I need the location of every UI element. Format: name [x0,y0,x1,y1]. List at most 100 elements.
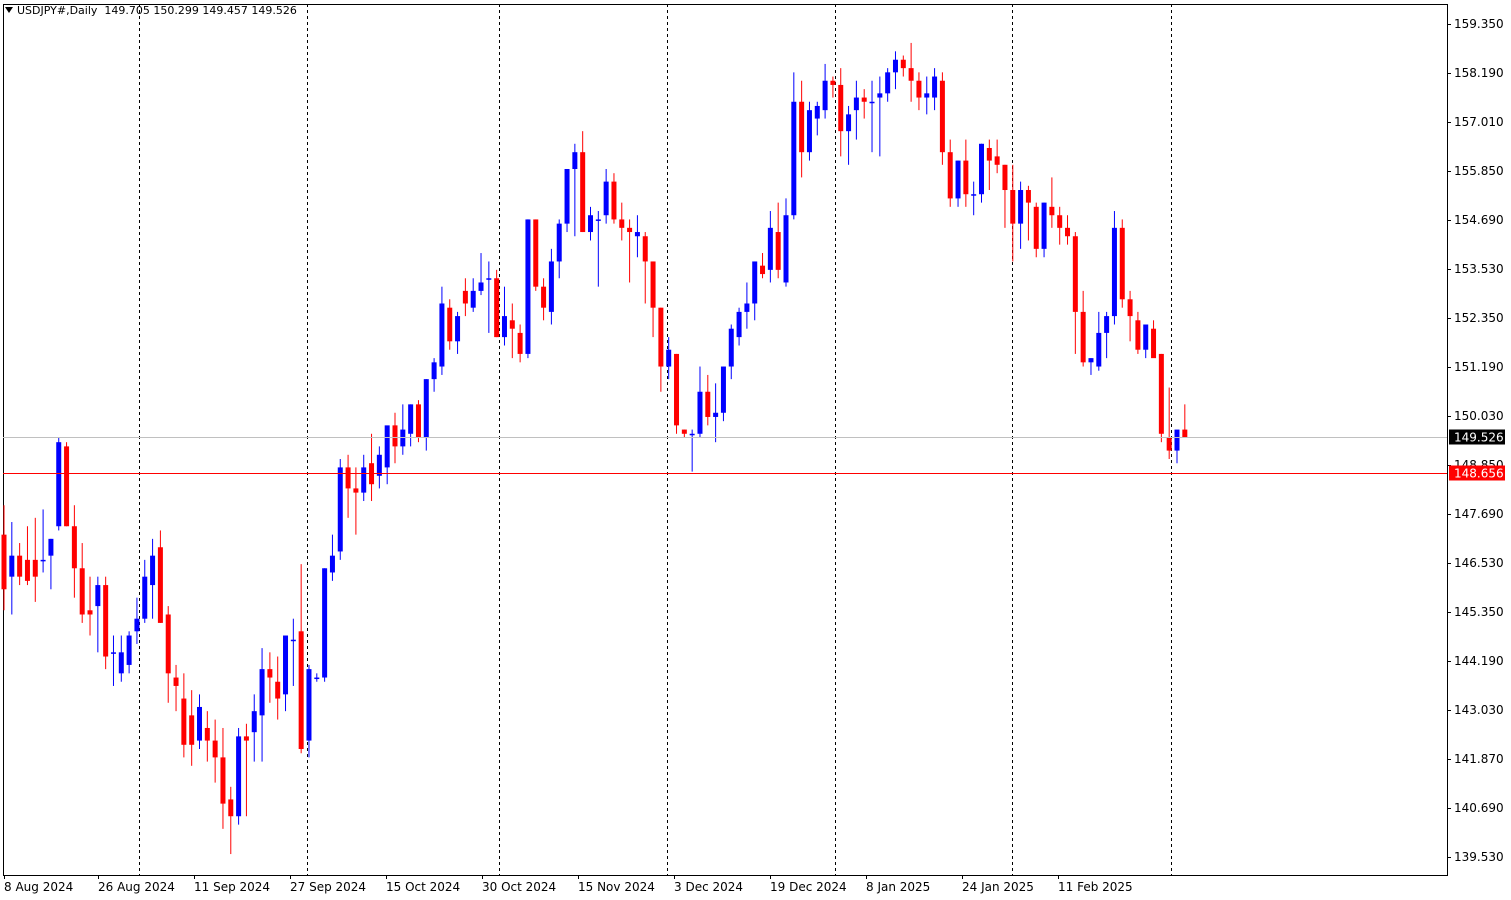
candle-series [1,42,1188,855]
candle [799,80,805,178]
candle-body [720,366,726,413]
candle-body [1057,215,1063,228]
candle [376,446,382,489]
candle [947,139,953,207]
candle [243,723,249,817]
candle [189,690,195,766]
candle-body [1104,316,1110,333]
candle [353,467,359,535]
candle [290,618,296,686]
candle [204,711,210,762]
candlestick-chart[interactable]: 159.350 158.190 157.010 155.850 154.690 153.5… [0,0,1511,900]
candle-body [322,568,328,678]
x-tick-label: 26 Aug 2024 [98,880,175,894]
candle [431,358,437,392]
candle-body [525,219,531,354]
candle-body [971,194,977,196]
candle [955,160,961,207]
candle-body [947,152,953,199]
candle-body [95,585,101,607]
candle-body [642,236,648,262]
candle-body [408,404,414,434]
candle [470,278,476,312]
candle-body [494,278,500,338]
candle-body [173,677,179,686]
candle-body [415,404,421,438]
y-tick-label: 139.530 [1454,850,1504,864]
candle-body [1151,328,1157,359]
candle [963,139,969,207]
candle [455,311,461,354]
candle-body [767,227,773,270]
candle [791,72,797,220]
candle [580,131,586,233]
candle [9,522,15,615]
candle [939,72,945,165]
candle-body [24,559,30,581]
candle [1010,164,1016,262]
candle-body [181,698,187,745]
candle-body [32,559,38,577]
candle [103,576,109,670]
candle-body [1002,164,1008,191]
candle-body [908,68,914,81]
candle-body [736,311,742,338]
candle [1158,353,1164,443]
candle [494,269,500,338]
candle [736,307,742,346]
chart-root[interactable]: USDJPY#,Daily 149.705 150.299 149.457 14… [0,0,1511,900]
candle-body [220,757,226,804]
candle-body [627,227,633,233]
candle-body [572,152,578,169]
candle [173,664,179,712]
candle [924,76,930,115]
candle [830,76,836,98]
candle [361,454,367,502]
candle-body [48,538,54,556]
candle [932,68,938,111]
candle [197,694,202,749]
candle-body [9,555,15,577]
candle-body [126,635,132,665]
candle-body [204,727,210,741]
candle-body [298,631,304,749]
candle [384,425,390,485]
candle-body [431,362,437,380]
candle-body [376,454,382,476]
candle-body [1065,227,1071,237]
candle [533,219,539,291]
candle [705,374,711,426]
x-tick-label: 24 Jan 2025 [962,880,1034,894]
candle [783,198,789,287]
candle-body [791,101,797,216]
candle [697,366,703,438]
candle [885,68,891,102]
current-price-badge: 149.526 [1449,429,1505,445]
candle-body [267,669,273,678]
candle [95,576,101,653]
candle [322,568,328,682]
horizontal-lines [3,437,1447,474]
candle [548,248,554,325]
candle-body [165,614,171,674]
candle [220,727,226,829]
candle-body [384,425,390,468]
candle-body [783,215,789,283]
candle-body [1143,324,1149,350]
candle [627,219,633,283]
candle [971,181,977,216]
candle-body [533,219,539,287]
candle [556,219,562,279]
candle [345,454,351,518]
candle [181,673,187,758]
candle [337,458,343,560]
candle-body [775,232,781,270]
candle-body [1182,429,1188,438]
candle [369,433,375,502]
candle [666,337,672,380]
candle [1072,232,1078,354]
candle [838,68,844,157]
candle-body [275,681,281,699]
candle [517,324,523,363]
candle-body [1072,236,1078,312]
